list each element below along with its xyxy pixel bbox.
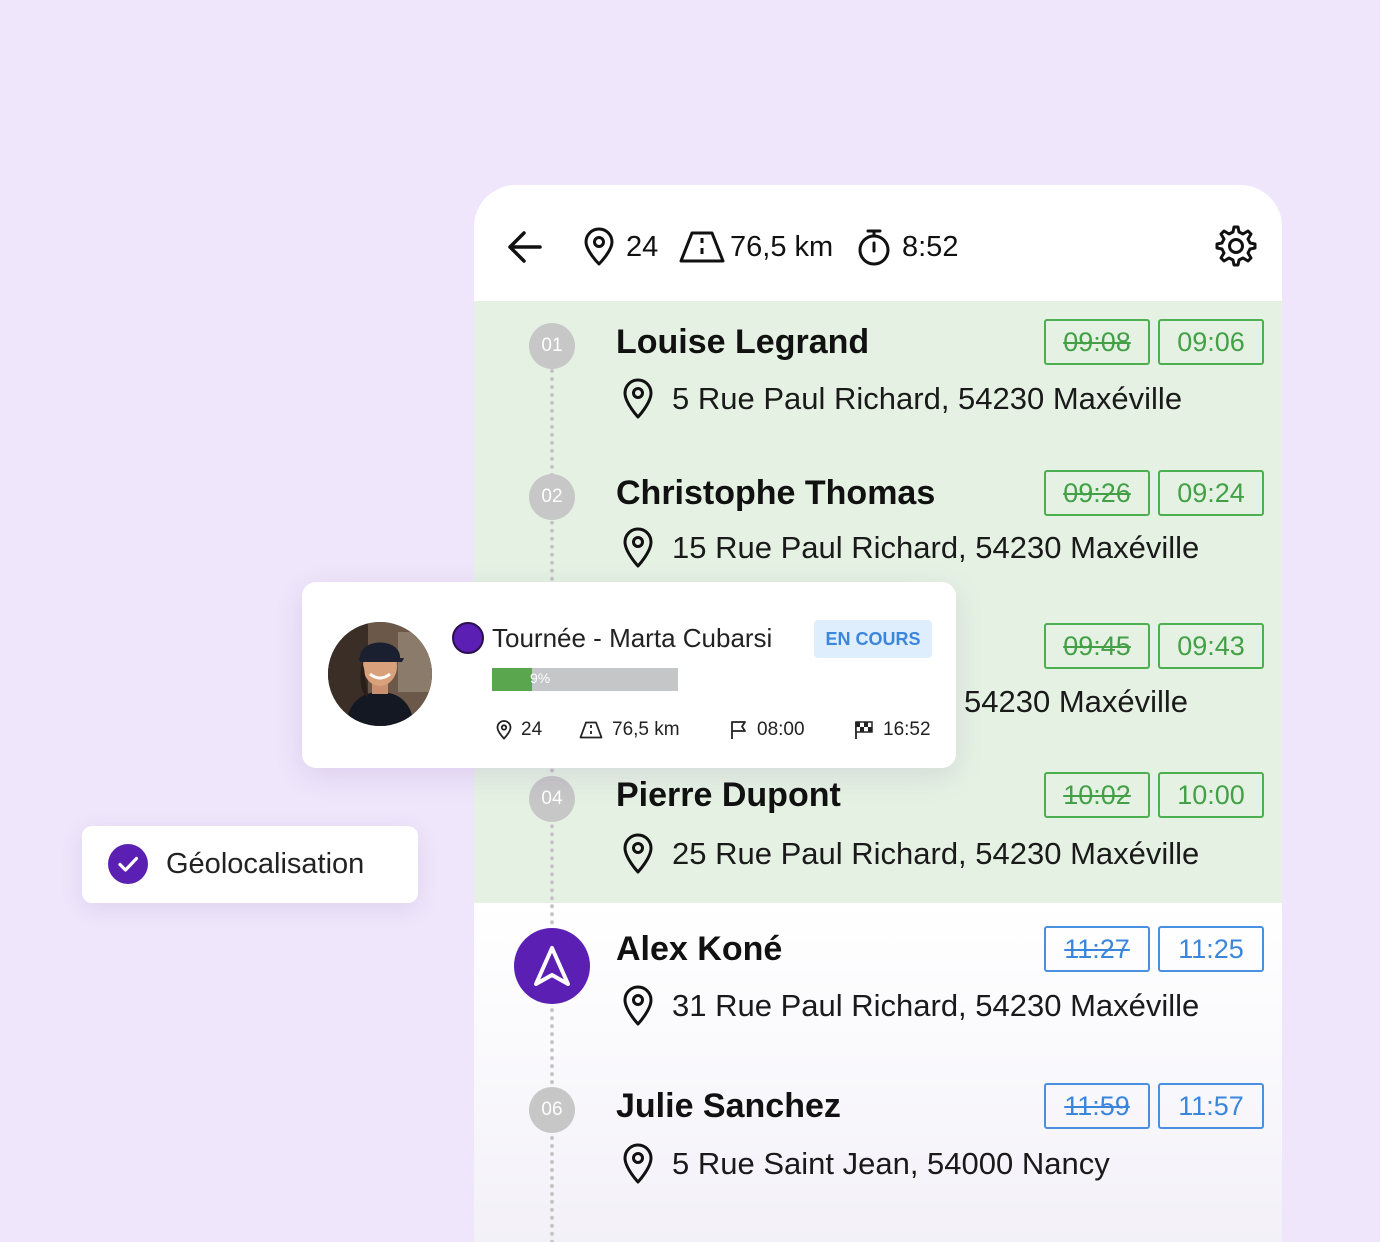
estimated-time: 11:25 xyxy=(1158,926,1264,972)
stop-address: 54230 Maxéville xyxy=(964,680,1188,724)
stop-number: 06 xyxy=(529,1087,575,1133)
map-pin-icon xyxy=(584,227,614,266)
gear-icon xyxy=(1215,225,1257,267)
road-icon xyxy=(679,231,725,263)
status-badge: EN COURS xyxy=(814,620,932,658)
stop-address: 31 Rue Paul Richard, 54230 Maxéville xyxy=(622,984,1199,1028)
tour-distance-value: 76,5 km xyxy=(612,719,680,740)
stop-address-text: 5 Rue Paul Richard, 54230 Maxéville xyxy=(672,381,1183,416)
stop-name: Pierre Dupont xyxy=(616,776,841,814)
planned-time: 11:59 xyxy=(1044,1083,1150,1129)
avatar xyxy=(328,622,432,726)
estimated-time: 11:57 xyxy=(1158,1083,1264,1129)
stop-address-text: 15 Rue Paul Richard, 54230 Maxéville xyxy=(672,530,1200,565)
navigation-arrow-icon xyxy=(534,946,570,986)
stop-name: Christophe Thomas xyxy=(616,474,936,512)
geolocation-label: Géolocalisation xyxy=(166,848,365,880)
planned-time: 10:02 xyxy=(1044,772,1150,818)
tour-stops-value: 24 xyxy=(521,719,543,740)
actual-time: 09:24 xyxy=(1158,470,1264,516)
stop-row[interactable]: 02 Christophe Thomas 09:26 09:24 15 Rue … xyxy=(474,452,1282,572)
tour-progress-bar: 9% xyxy=(492,668,678,691)
map-pin-icon xyxy=(623,833,653,874)
map-pin-icon xyxy=(496,720,512,740)
arrow-left-icon xyxy=(508,231,542,263)
actual-time: 09:06 xyxy=(1158,319,1264,365)
stop-number: 02 xyxy=(529,474,575,520)
map-pin-icon xyxy=(623,378,653,419)
tour-progress-label: 9% xyxy=(530,670,551,686)
actual-time: 09:43 xyxy=(1158,623,1264,669)
header-distance-value: 76,5 km xyxy=(730,230,834,263)
stop-name: Julie Sanchez xyxy=(616,1087,841,1125)
stop-row-current[interactable]: Alex Koné 11:27 11:25 31 Rue Paul Richar… xyxy=(474,908,1282,1028)
tour-start-time: 08:00 xyxy=(730,718,805,742)
map-pin-icon xyxy=(623,985,653,1026)
stop-row[interactable]: 01 Louise Legrand 09:08 09:06 5 Rue Paul… xyxy=(474,301,1282,421)
stop-address-text: 25 Rue Paul Richard, 54230 Maxéville xyxy=(672,836,1200,871)
navigation-marker[interactable] xyxy=(514,928,590,1004)
header-distance: 76,5 km xyxy=(678,227,833,267)
stop-row[interactable]: 06 Julie Sanchez 11:59 11:57 5 Rue Saint… xyxy=(474,1065,1282,1185)
stopwatch-icon xyxy=(858,229,890,266)
map-pin-icon xyxy=(623,527,653,568)
stop-address: 5 Rue Paul Richard, 54230 Maxéville xyxy=(622,377,1182,421)
header-stops-count: 24 xyxy=(582,227,658,267)
tour-title: Tournée - Marta Cubarsi xyxy=(492,623,773,653)
stop-address-text: 54230 Maxéville xyxy=(964,684,1189,719)
actual-time: 10:00 xyxy=(1158,772,1264,818)
stop-address-text: 31 Rue Paul Richard, 54230 Maxéville xyxy=(672,988,1200,1023)
back-button[interactable] xyxy=(504,225,548,269)
header-stops-value: 24 xyxy=(626,230,659,263)
planned-time: 09:26 xyxy=(1044,470,1150,516)
tour-distance: 76,5 km xyxy=(579,718,680,742)
planned-time: 09:45 xyxy=(1044,623,1150,669)
tour-end-value: 16:52 xyxy=(883,719,931,740)
road-icon xyxy=(579,721,603,739)
tour-color-dot xyxy=(452,622,484,654)
tour-progress-fill xyxy=(492,668,533,691)
checkered-flag-icon xyxy=(855,721,873,739)
planned-time: 09:08 xyxy=(1044,319,1150,365)
stop-address: 25 Rue Paul Richard, 54230 Maxéville xyxy=(622,832,1199,876)
header-duration-value: 8:52 xyxy=(902,230,959,263)
stop-address: 5 Rue Saint Jean, 54000 Nancy xyxy=(622,1142,1110,1186)
tour-start-value: 08:00 xyxy=(757,719,805,740)
tour-end-time: 16:52 xyxy=(854,718,931,742)
stop-number: 04 xyxy=(529,776,575,822)
settings-button[interactable] xyxy=(1214,224,1258,268)
stop-name: Louise Legrand xyxy=(616,323,870,361)
tour-card[interactable]: Tournée - Marta Cubarsi EN COURS 9% 24 7… xyxy=(302,582,956,768)
map-pin-icon xyxy=(623,1143,653,1184)
checkmark-icon xyxy=(108,844,148,884)
route-header: 24 76,5 km 8:52 xyxy=(474,185,1282,301)
stop-row[interactable]: 04 Pierre Dupont 10:02 10:00 25 Rue Paul… xyxy=(474,754,1282,874)
stop-name: Alex Koné xyxy=(616,930,783,968)
geolocation-chip[interactable]: Géolocalisation xyxy=(82,826,418,903)
header-duration: 8:52 xyxy=(856,227,958,267)
stop-address: 15 Rue Paul Richard, 54230 Maxéville xyxy=(622,526,1199,570)
tour-stops: 24 xyxy=(496,718,542,742)
flag-icon xyxy=(731,721,746,739)
planned-time: 11:27 xyxy=(1044,926,1150,972)
stop-address-text: 5 Rue Saint Jean, 54000 Nancy xyxy=(672,1146,1110,1181)
stop-number: 01 xyxy=(529,323,575,369)
